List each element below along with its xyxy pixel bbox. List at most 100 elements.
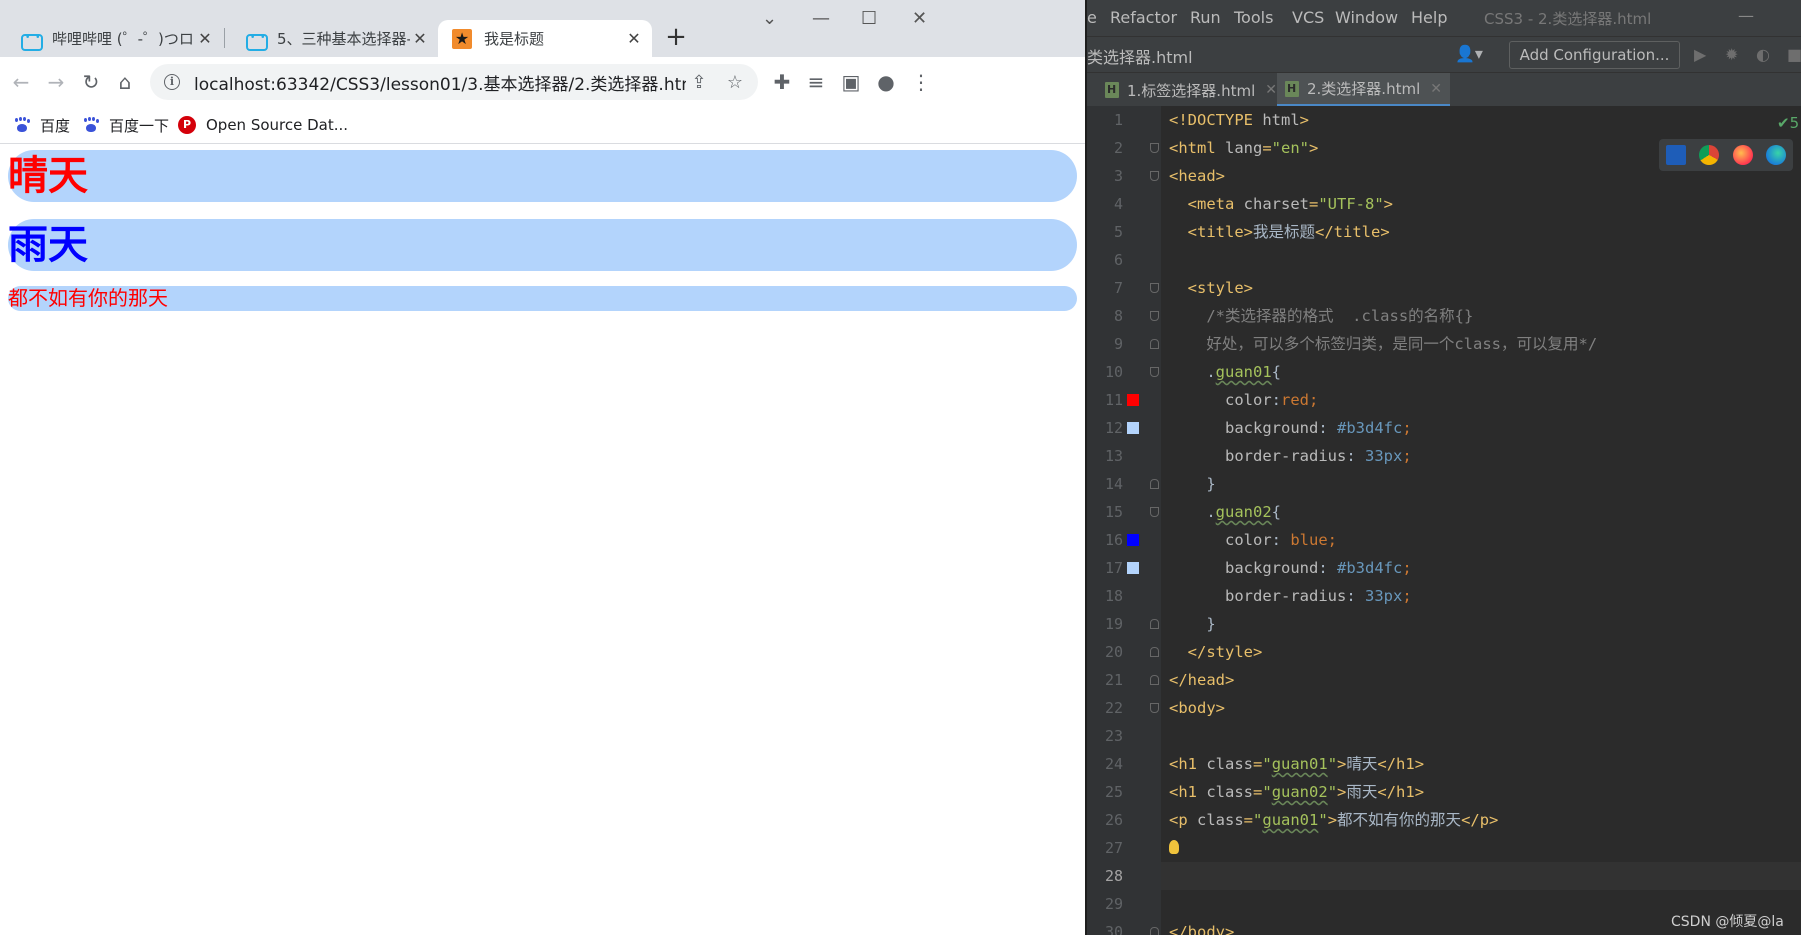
bookmark-baidu-yixia[interactable]: 百度一下	[83, 113, 169, 137]
code-line[interactable]: color: blue;	[1161, 526, 1801, 554]
side-panel-icon[interactable]: ▣	[836, 67, 866, 97]
fold-marker-icon[interactable]	[1150, 311, 1159, 321]
fold-marker-icon[interactable]	[1150, 143, 1159, 153]
fold-marker-icon[interactable]	[1150, 927, 1159, 935]
debug-icon[interactable]: ✹	[1725, 45, 1738, 64]
run-icon[interactable]: ▶	[1694, 45, 1706, 64]
user-account-icon[interactable]: 👤▾	[1455, 44, 1483, 63]
chrome-icon[interactable]	[1699, 145, 1720, 165]
code-line[interactable]: </style>	[1161, 638, 1801, 666]
code-line[interactable]: .guan01{	[1161, 358, 1801, 386]
menu-refactor[interactable]: Refactor	[1110, 8, 1177, 27]
bookmark-open-source-data[interactable]: P Open Source Dat...	[178, 113, 348, 137]
fold-marker-icon[interactable]	[1150, 675, 1159, 685]
code-line[interactable]	[1161, 722, 1801, 750]
share-icon[interactable]: ⇪	[686, 72, 712, 93]
menu-run[interactable]: Run	[1190, 8, 1221, 27]
minimize-icon[interactable]: —	[812, 8, 830, 29]
line-number: 7	[1113, 279, 1123, 297]
tab-active-page[interactable]: ★ 我是标题 ✕	[438, 20, 652, 57]
ide-minimize-icon[interactable]: —	[1738, 6, 1754, 25]
fold-marker-icon[interactable]	[1150, 619, 1159, 629]
menu-vcs[interactable]: VCS	[1292, 8, 1324, 27]
code-line[interactable]: background: #b3d4fc;	[1161, 554, 1801, 582]
fold-marker-icon[interactable]	[1150, 647, 1159, 657]
code-line[interactable]: <body>	[1161, 694, 1801, 722]
code-line[interactable]: <p class="guan01">都不如有你的那天</p>	[1161, 806, 1801, 834]
color-swatch-icon[interactable]	[1127, 422, 1139, 434]
address-bar[interactable]: i localhost:63342/CSS3/lesson01/3.基本选择器/…	[150, 64, 758, 100]
fold-marker-icon[interactable]	[1150, 339, 1159, 349]
reload-icon[interactable]: ↻	[76, 67, 106, 97]
extensions-puzzle-icon[interactable]: ✚	[767, 67, 797, 97]
new-tab-button[interactable]: +	[661, 22, 691, 52]
intention-bulb-icon[interactable]	[1169, 840, 1179, 854]
tab-search-chevron-icon[interactable]: ⌄	[762, 8, 777, 29]
code-line[interactable]: <h1 class="guan01">晴天</h1>	[1161, 750, 1801, 778]
fold-marker-icon[interactable]	[1150, 283, 1159, 293]
tab-bilibili-video[interactable]: 5、三种基本选择器-重要 ✕	[225, 20, 438, 57]
edge-icon[interactable]	[1766, 145, 1787, 165]
code-line[interactable]: border-radius: 33px;	[1161, 582, 1801, 610]
url-text[interactable]: localhost:63342/CSS3/lesson01/3.基本选择器/2.…	[194, 70, 686, 95]
code-line[interactable]: }	[1161, 610, 1801, 638]
code-line[interactable]: <!DOCTYPE html>	[1161, 106, 1801, 134]
tab-close-icon[interactable]: ✕	[624, 29, 644, 48]
line-number: 24	[1104, 755, 1123, 773]
code-line[interactable]	[1161, 246, 1801, 274]
code-line[interactable]: }	[1161, 470, 1801, 498]
site-info-icon[interactable]: i	[164, 74, 180, 90]
menu-tools[interactable]: Tools	[1234, 8, 1273, 27]
editor-tab-close-icon[interactable]: ✕	[1265, 82, 1277, 98]
fold-marker-icon[interactable]	[1150, 171, 1159, 181]
stop-icon[interactable]: ■	[1787, 45, 1801, 64]
color-swatch-icon[interactable]	[1127, 394, 1139, 406]
code-line[interactable]: .guan02{	[1161, 498, 1801, 526]
back-arrow-icon[interactable]: ←	[6, 67, 36, 97]
editor-tab-class-selector[interactable]: 2.类选择器.html ✕	[1277, 73, 1450, 107]
media-control-icon[interactable]: ≡	[801, 67, 831, 97]
fold-marker-icon[interactable]	[1150, 703, 1159, 713]
code-line[interactable]: color:red;	[1161, 386, 1801, 414]
code-line[interactable]: <style>	[1161, 274, 1801, 302]
code-line[interactable]: <title>我是标题</title>	[1161, 218, 1801, 246]
code-line[interactable]	[1161, 862, 1801, 890]
bookmark-star-icon[interactable]: ☆	[722, 72, 748, 93]
firefox-icon[interactable]	[1732, 145, 1753, 165]
code-line[interactable]: /*类选择器的格式 .class的名称{}	[1161, 302, 1801, 330]
tab-bilibili-home[interactable]: 哔哩哔哩 (゜-゜)つロ 干杯 ✕	[0, 20, 223, 57]
window-close-icon[interactable]: ✕	[912, 8, 927, 29]
code-line[interactable]: background: #b3d4fc;	[1161, 414, 1801, 442]
bookmark-baidu[interactable]: 百度	[14, 113, 70, 137]
add-configuration-button[interactable]: Add Configuration...	[1509, 41, 1680, 69]
profile-avatar-icon[interactable]: ●	[871, 67, 901, 97]
fold-marker-icon[interactable]	[1150, 479, 1159, 489]
menu-edit-fragment[interactable]: e	[1087, 8, 1097, 27]
fold-marker-icon[interactable]	[1150, 367, 1159, 377]
ide-navigation-bar: 类选择器.html 👤▾ Add Configuration... ▶ ✹ ◐ …	[1087, 36, 1801, 72]
webstorm-browser-icon[interactable]	[1665, 145, 1686, 165]
color-swatch-icon[interactable]	[1127, 534, 1139, 546]
editor-tab-close-icon[interactable]: ✕	[1430, 81, 1442, 97]
menu-help[interactable]: Help	[1411, 8, 1447, 27]
code-line[interactable]: <meta charset="UTF-8">	[1161, 190, 1801, 218]
fold-marker-icon[interactable]	[1150, 507, 1159, 517]
tab-close-icon[interactable]: ✕	[410, 29, 430, 48]
code-line[interactable]: border-radius: 33px;	[1161, 442, 1801, 470]
menu-window[interactable]: Window	[1335, 8, 1398, 27]
forward-arrow-icon[interactable]: →	[41, 67, 71, 97]
chrome-menu-icon[interactable]: ⋮	[906, 67, 936, 97]
editor-tab-tag-selector[interactable]: 1.标签选择器.html ✕	[1097, 73, 1285, 107]
inspection-ok-icon[interactable]: ✔5	[1777, 114, 1799, 132]
code-editor[interactable]: 1 2 3 4 5 6 7 8 9 10 11 12 13 14 15 16 17 18 19 20 21 22 23 24 2…	[1087, 106, 1801, 935]
tab-close-icon[interactable]: ✕	[195, 29, 215, 48]
code-line[interactable]: 好处，可以多个标签归类，是同一个class，可以复用*/	[1161, 330, 1801, 358]
code-line[interactable]: <h1 class="guan02">雨天</h1>	[1161, 778, 1801, 806]
code-line[interactable]	[1161, 834, 1801, 862]
color-swatch-icon[interactable]	[1127, 562, 1139, 574]
breadcrumb-file[interactable]: 类选择器.html	[1087, 44, 1193, 68]
maximize-icon[interactable]: ☐	[861, 8, 877, 29]
coverage-icon[interactable]: ◐	[1756, 45, 1770, 64]
code-line[interactable]: </head>	[1161, 666, 1801, 694]
home-icon[interactable]: ⌂	[110, 67, 140, 97]
